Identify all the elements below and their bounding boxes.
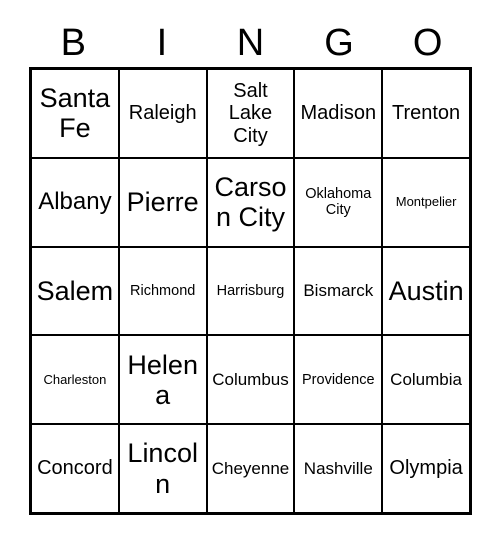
bingo-cell[interactable]: Montpelier	[381, 158, 469, 246]
bingo-cell-label: Trenton	[391, 102, 461, 125]
bingo-row: Concord Lincoln Cheyenne Nashville Olymp…	[32, 423, 469, 512]
bingo-cell[interactable]: Salt Lake City	[205, 70, 294, 157]
bingo-cell[interactable]: Trenton	[381, 70, 469, 157]
bingo-cell[interactable]: Columbia	[381, 336, 469, 424]
bingo-cell-label: Columbus	[212, 370, 289, 390]
bingo-card: B I N G O Santa Fe Raleigh Salt Lake Cit…	[0, 0, 501, 544]
bingo-cell[interactable]: Cheyenne	[205, 425, 294, 512]
bingo-cell[interactable]: Nashville	[293, 425, 382, 512]
bingo-cell[interactable]: Bismarck	[293, 247, 382, 335]
bingo-cell-label: Austin	[388, 275, 464, 306]
bingo-header-letter-b: B	[60, 21, 86, 64]
bingo-header-letter-i: I	[156, 21, 168, 64]
bingo-cell-label: Albany	[38, 187, 112, 215]
bingo-header-letter-g: G	[324, 21, 354, 64]
bingo-cell-label: Salem	[36, 275, 114, 306]
bingo-cell[interactable]: Richmond	[117, 247, 206, 335]
bingo-cell[interactable]: Albany	[32, 158, 118, 246]
bingo-cell[interactable]: Charleston	[32, 336, 118, 424]
bingo-cell[interactable]: Carson City	[205, 158, 294, 246]
bingo-header-letter-o: O	[412, 21, 443, 64]
bingo-cell-label: Nashville	[303, 459, 373, 479]
bingo-cell[interactable]: Harrisburg	[205, 247, 294, 335]
bingo-cell-label: Oklahoma City	[305, 185, 372, 219]
bingo-cell[interactable]: Santa Fe	[32, 70, 118, 157]
bingo-cell-label: Salt Lake City	[228, 79, 273, 147]
bingo-cell-label: Richmond	[130, 282, 196, 299]
bingo-cell[interactable]: Raleigh	[117, 70, 206, 157]
bingo-cell-label: Columbia	[390, 370, 462, 390]
bingo-cell-label: Madison	[300, 102, 377, 125]
bingo-cell-label: Harrisburg	[216, 282, 285, 299]
bingo-cell-label: Pierre	[126, 187, 199, 218]
bingo-header-row: B I N G O	[29, 18, 472, 67]
bingo-row: Salem Richmond Harrisburg Bismarck Austi…	[32, 245, 469, 335]
bingo-grid: Santa Fe Raleigh Salt Lake City Madison …	[29, 67, 472, 515]
bingo-cell[interactable]: Madison	[293, 70, 382, 157]
bingo-cell-label: Helena	[127, 349, 198, 410]
bingo-row: Charleston Helena Columbus Providence Co…	[32, 334, 469, 424]
bingo-cell-label: Olympia	[389, 457, 463, 480]
bingo-cell[interactable]: Olympia	[381, 425, 469, 512]
bingo-cell-label: Raleigh	[128, 102, 197, 125]
bingo-cell-label: Montpelier	[395, 193, 457, 209]
bingo-row: Albany Pierre Carson City Oklahoma City …	[32, 156, 469, 246]
bingo-cell-label: Lincoln	[127, 438, 198, 499]
bingo-cell-label: Santa Fe	[39, 83, 111, 144]
bingo-cell[interactable]: Concord	[32, 425, 118, 512]
bingo-cell-label: Concord	[37, 457, 113, 480]
bingo-cell-label: Carson City	[214, 171, 287, 233]
bingo-cell[interactable]: Austin	[381, 247, 469, 335]
bingo-header-letter-n: N	[236, 21, 265, 64]
bingo-cell-label: Cheyenne	[211, 459, 290, 479]
bingo-cell[interactable]: Salem	[32, 247, 118, 335]
bingo-row: Santa Fe Raleigh Salt Lake City Madison …	[32, 70, 469, 157]
bingo-cell[interactable]: Pierre	[117, 158, 206, 246]
bingo-cell-label: Charleston	[43, 371, 107, 387]
bingo-cell[interactable]: Columbus	[205, 336, 294, 424]
bingo-cell[interactable]: Oklahoma City	[293, 158, 382, 246]
bingo-cell[interactable]: Helena	[117, 336, 206, 424]
bingo-cell[interactable]: Providence	[293, 336, 382, 424]
bingo-cell-label: Providence	[302, 371, 375, 388]
bingo-cell[interactable]: Lincoln	[117, 425, 206, 512]
bingo-cell-label: Bismarck	[303, 281, 374, 301]
